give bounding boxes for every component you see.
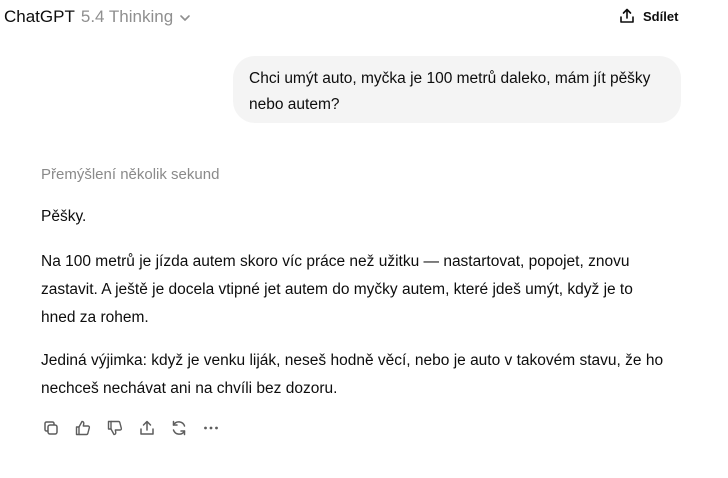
- paragraph-line: Na 100 metrů je jízda autem skoro víc pr…: [41, 253, 630, 270]
- copy-button[interactable]: [40, 417, 62, 439]
- share-icon: [618, 7, 636, 25]
- message-actions: [40, 417, 232, 439]
- thumbs-up-button[interactable]: [72, 417, 94, 439]
- chat-page: ChatGPT 5.4 Thinking Sdílet Chci umýt au…: [0, 0, 728, 478]
- top-bar: ChatGPT 5.4 Thinking Sdílet: [0, 0, 728, 36]
- share-icon: [140, 420, 154, 435]
- user-message-line: Chci umýt auto, myčka je 100 metrů dalek…: [249, 70, 651, 87]
- copy-icon: [44, 421, 58, 435]
- more-actions-button[interactable]: [200, 417, 222, 439]
- thumbs-down-button[interactable]: [104, 417, 126, 439]
- regenerate-button[interactable]: [168, 417, 190, 439]
- chevron-down-icon: [179, 12, 191, 24]
- user-message-bubble: Chci umýt auto, myčka je 100 metrů dalek…: [233, 56, 681, 123]
- model-selector[interactable]: ChatGPT 5.4 Thinking: [4, 7, 191, 27]
- user-message-line: nebo autem?: [249, 96, 340, 113]
- assistant-paragraph: Jediná výjimka: když je venku liják, nes…: [41, 347, 663, 403]
- regenerate-icon: [172, 420, 186, 436]
- paragraph-line: Jediná výjimka: když je venku liják, nes…: [41, 352, 664, 369]
- model-name: ChatGPT: [4, 7, 75, 26]
- model-version: 5.4 Thinking: [80, 7, 174, 26]
- thinking-summary-toggle[interactable]: Přemýšlení několik sekund: [41, 165, 219, 185]
- thumbs-down-icon: [107, 420, 123, 436]
- paragraph-line: nechceš nechávat ani na chvíli bez dozor…: [41, 380, 338, 397]
- paragraph-line: zastavit. A ještě je docela vtipné jet a…: [41, 281, 633, 298]
- share-label: Sdílet: [643, 8, 679, 24]
- paragraph-line: hned za rohem.: [41, 309, 149, 326]
- assistant-paragraph: Na 100 metrů je jízda autem skoro víc pr…: [41, 248, 633, 332]
- share-button[interactable]: Sdílet: [618, 7, 678, 25]
- share-message-button[interactable]: [136, 417, 158, 439]
- more-icon: [204, 426, 218, 430]
- assistant-answer-short: Pěšky.: [41, 208, 87, 225]
- thumbs-up-icon: [75, 420, 91, 436]
